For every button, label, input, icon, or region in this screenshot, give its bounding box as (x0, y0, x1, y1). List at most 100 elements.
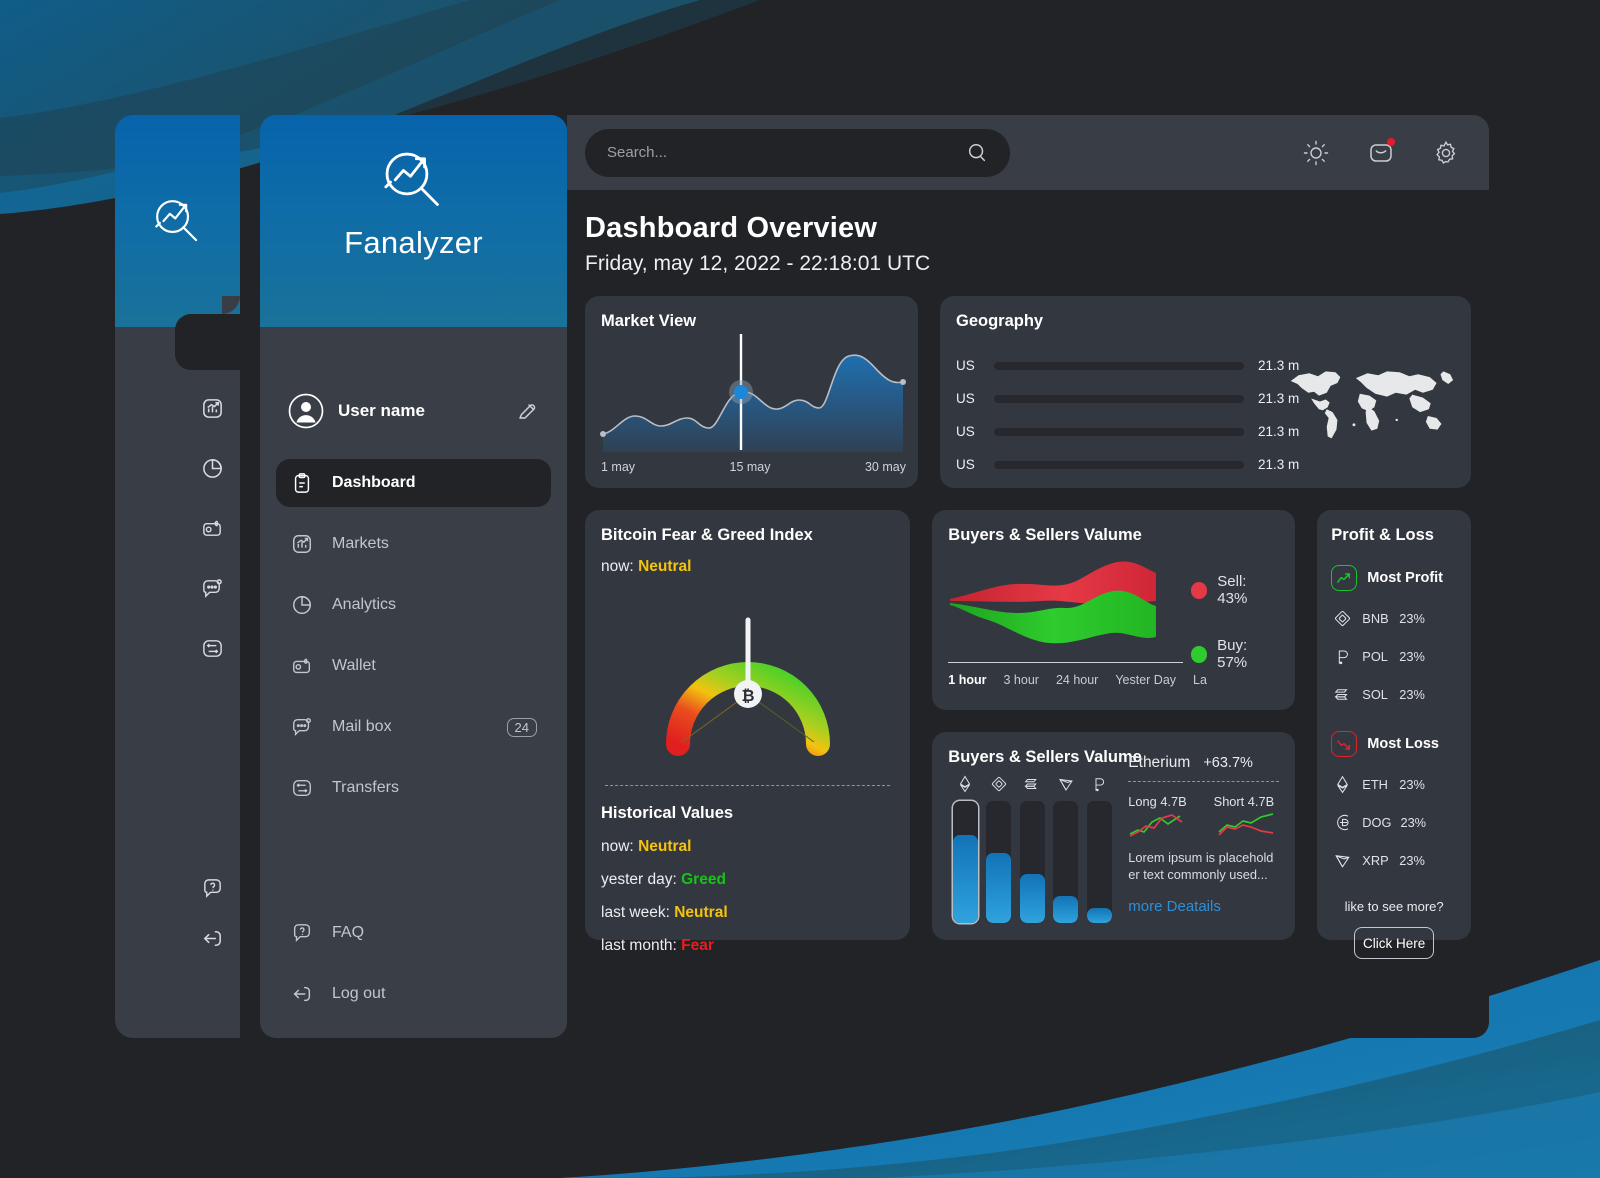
loss-row-dog: DOG 23% (1331, 811, 1457, 833)
page-subtitle: Friday, may 12, 2022 - 22:18:01 UTC (585, 252, 931, 275)
timeframe-tab-3-hour[interactable]: 3 hour (1004, 673, 1039, 687)
solana-icon (1331, 683, 1353, 705)
historical-row: last week: Neutral (601, 904, 894, 922)
sidebar-item-mail-box[interactable]: Mail box 24 (276, 703, 551, 751)
brand-name: Fanalyzer (344, 225, 483, 260)
timeframe-tab-24-hour[interactable]: 24 hour (1056, 673, 1098, 687)
search-input[interactable] (607, 144, 966, 161)
sidebar-item-analytics[interactable]: Analytics (276, 581, 551, 629)
sidebar-item-label: FAQ (332, 924, 365, 941)
magnifier-trend-icon (383, 152, 439, 206)
bar-eth[interactable] (948, 801, 982, 923)
rail-item-analytics[interactable] (191, 447, 233, 489)
chart-square-icon (202, 398, 222, 418)
most-loss-header: Most Loss (1331, 731, 1457, 757)
bar-bnb[interactable] (982, 801, 1016, 923)
sidebar-item-dashboard[interactable]: Dashboard (276, 459, 551, 507)
legend-dot-sell (1190, 581, 1208, 599)
sidebar-item-transfers[interactable]: Transfers (276, 764, 551, 812)
most-profit-header: Most Profit (1331, 565, 1457, 591)
rail-item-markets[interactable] (191, 387, 233, 429)
gear-icon[interactable] (1433, 140, 1459, 166)
bar-sol[interactable] (1015, 801, 1049, 923)
profit-symbol: SOL (1362, 686, 1388, 702)
legend-item-buy: Buy: 57% (1190, 637, 1280, 671)
geography-card: Geography US 21.3 m US 21.3 m US 21.3 m … (940, 296, 1471, 488)
page-header: Dashboard Overview Friday, may 12, 2022 … (567, 190, 1489, 276)
buyers-sellers-area-title: Buyers & Sellers Valume (948, 526, 1142, 544)
fear-greed-gauge: ₿ (601, 584, 894, 779)
legend-label-sell: Sell: 43% (1217, 573, 1248, 607)
trend-down-icon (1331, 731, 1358, 757)
sidebar-item-label: Wallet (332, 657, 376, 674)
rail-item-wallet[interactable] (191, 507, 233, 549)
dogecoin-icon (1331, 811, 1353, 833)
axis-label-start: 1 may (601, 460, 636, 474)
see-more-text: like to see more? (1344, 899, 1444, 914)
polkadot-icon (1331, 645, 1353, 667)
middle-column: Buyers & Sellers Valume Sell: 43% Buy: 5… (932, 510, 1296, 940)
ethereum-icon (1331, 773, 1353, 795)
profit-row-sol: SOL 23% (1331, 683, 1457, 705)
tron-icon (1049, 775, 1083, 793)
sidebar-item-markets[interactable]: Markets (276, 520, 551, 568)
chart-square-icon (290, 532, 314, 556)
timeframe-tab-last[interactable]: La (1193, 673, 1207, 687)
sidebar-item-label: Transfers (332, 779, 399, 796)
asset-detail-panel: Etherium +63.7% Long 4.7B Short 4.7B Lor… (1116, 748, 1280, 940)
page-title: Dashboard Overview (585, 212, 878, 244)
rail-active-indicator (175, 296, 240, 388)
search-box[interactable] (585, 128, 1010, 177)
legend-label-buy: Buy: 57% (1217, 637, 1248, 671)
tron-icon (1331, 849, 1353, 871)
long-short-labels: Long 4.7B Short 4.7B (1128, 794, 1279, 809)
market-view-chart (600, 334, 906, 452)
bar-trx[interactable] (1049, 801, 1083, 923)
profit-symbol: BNB (1362, 610, 1389, 626)
app-root: Fanalyzer User name Dashboard Markets An… (0, 0, 1600, 1178)
icon-rail-items (115, 327, 240, 1038)
geography-progress (994, 427, 1244, 436)
rail-item-mail-box[interactable] (191, 567, 233, 609)
timeframe-tab-yester-day[interactable]: Yester Day (1115, 673, 1176, 687)
loss-symbol: XRP (1362, 852, 1389, 868)
geography-value: 21.3 m (1258, 457, 1300, 472)
market-view-card: Market View 1 may 15 may 30 may (585, 296, 918, 488)
profit-loss-title: Profit & Loss (1331, 526, 1434, 544)
rail-item-transfers[interactable] (191, 627, 233, 669)
sidebar-item-wallet[interactable]: Wallet (276, 642, 551, 690)
divider (605, 785, 891, 786)
sidebar-item-faq[interactable]: FAQ (276, 909, 551, 957)
ethereum-icon (948, 775, 982, 793)
short-sparkline-chart (1218, 813, 1274, 836)
rail-item-log-out[interactable] (191, 917, 233, 959)
divider (948, 662, 1184, 663)
click-here-button[interactable]: Click Here (1354, 927, 1435, 959)
pie-chart-icon (202, 458, 222, 478)
timeframe-tab-1-hour[interactable]: 1 hour (948, 673, 986, 687)
sidebar: Fanalyzer User name Dashboard Markets An… (260, 115, 567, 1038)
mail-badge: 24 (506, 717, 537, 737)
pencil-edit-icon[interactable] (515, 399, 539, 423)
brightness-icon[interactable] (1303, 140, 1329, 166)
timeframe-tabs: 1 hour 3 hour 24 hour Yester Day La (948, 673, 1207, 687)
rail-item-faq[interactable] (191, 867, 233, 909)
mail-icon[interactable] (1368, 137, 1395, 166)
fear-greed-now-value: Neutral (638, 558, 692, 575)
geography-progress (994, 394, 1244, 403)
search-icon[interactable] (966, 142, 988, 164)
bar-dot[interactable] (1083, 801, 1117, 923)
most-profit-label: Most Profit (1367, 570, 1444, 586)
legend-dot-buy (1190, 645, 1208, 663)
user-name-label: User name (338, 401, 425, 420)
sidebar-item-label: Dashboard (332, 474, 416, 491)
long-short-sparklines (1128, 809, 1279, 838)
notification-badge-dot (1387, 137, 1395, 146)
fear-greed-now-label: now: (601, 558, 634, 575)
volume-bars (948, 801, 1116, 923)
more-details-link[interactable]: more Deatails (1128, 898, 1279, 915)
sidebar-item-log-out[interactable]: Log out (276, 970, 551, 1018)
question-bubble-icon (290, 921, 314, 945)
user-profile[interactable]: User name (282, 393, 545, 429)
market-view-title: Market View (601, 312, 697, 330)
